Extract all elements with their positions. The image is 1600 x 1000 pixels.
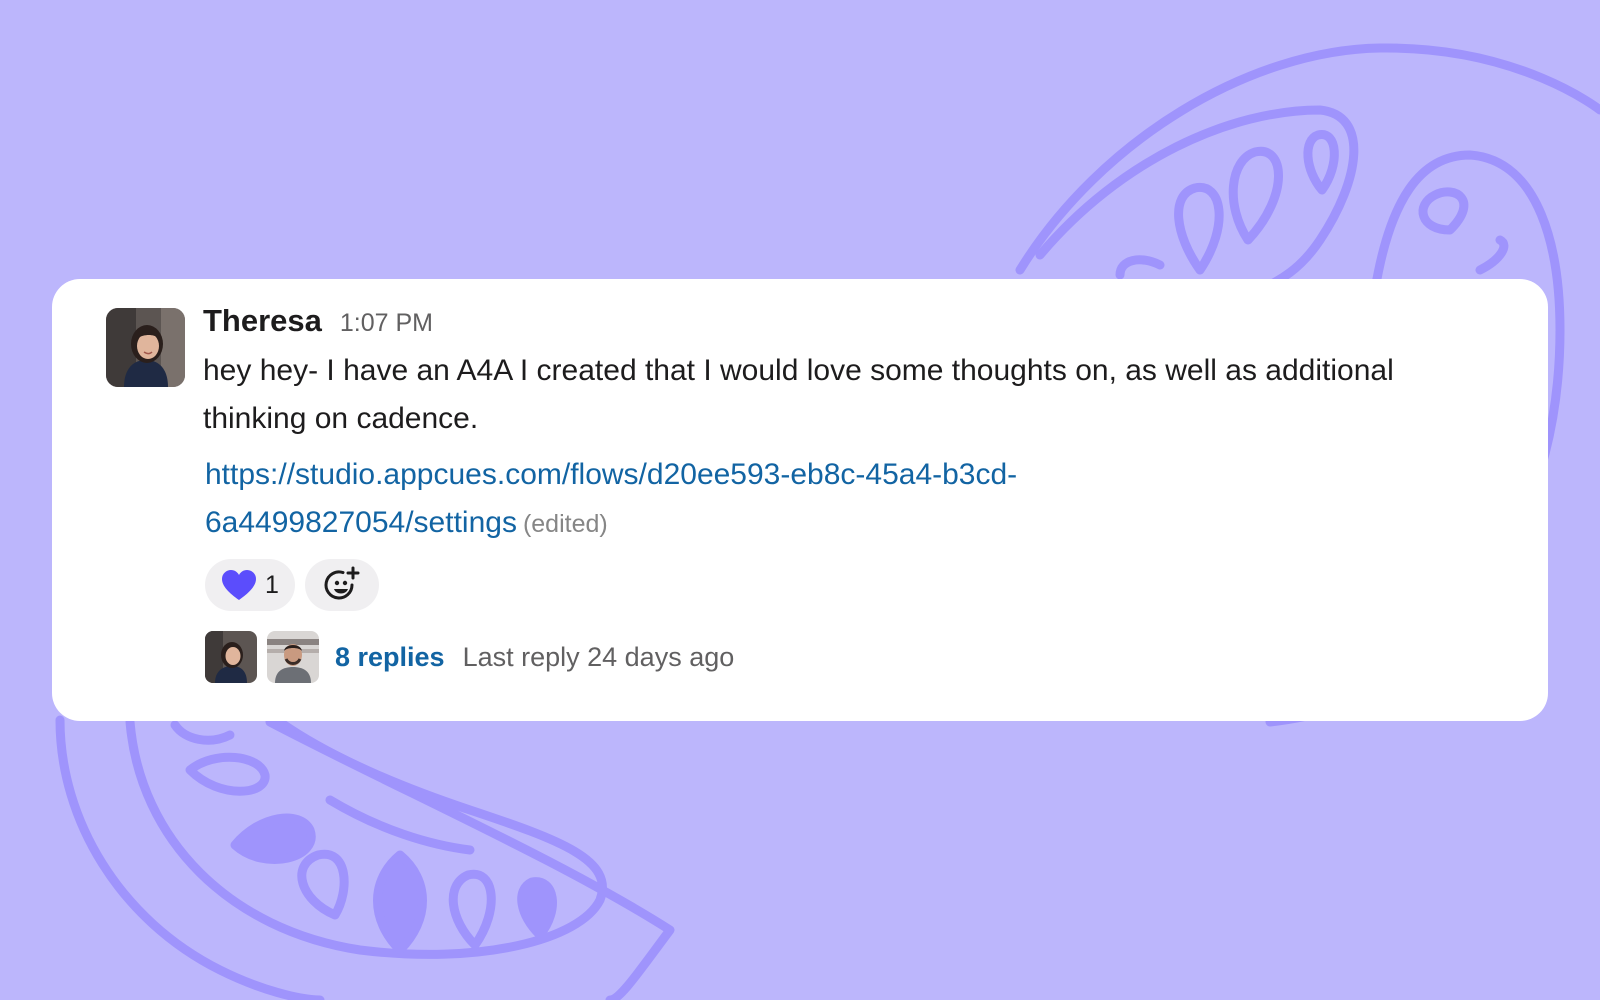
- participant-avatar-theresa: [205, 631, 257, 683]
- participant-photo-icon: [267, 631, 319, 683]
- user-avatar-photo-icon: [106, 308, 185, 387]
- message-header: Theresa 1:07 PM: [203, 303, 1503, 345]
- add-reaction-button[interactable]: [304, 559, 379, 611]
- participant-avatar-man: [267, 631, 319, 683]
- sender-avatar[interactable]: [106, 308, 185, 387]
- message-link-block: https://studio.appcues.com/flows/d20ee59…: [205, 451, 1155, 548]
- message-content: Theresa 1:07 PM hey hey- I have an A4A I…: [203, 303, 1503, 684]
- participant-photo-icon: [205, 631, 257, 683]
- thread-summary[interactable]: 8 replies Last reply 24 days ago: [205, 630, 1503, 684]
- last-reply-text: Last reply 24 days ago: [462, 641, 735, 672]
- message-timestamp[interactable]: 1:07 PM: [340, 309, 433, 338]
- replies-link[interactable]: 8 replies: [335, 642, 445, 673]
- message-text: hey hey- I have an A4A I created that I …: [203, 354, 1394, 435]
- add-emoji-icon: [324, 566, 360, 600]
- message-link[interactable]: https://studio.appcues.com/flows/d20ee59…: [205, 458, 1017, 539]
- reaction-heart[interactable]: 1: [205, 559, 295, 611]
- edited-label: (edited): [522, 510, 608, 538]
- message-card: Theresa 1:07 PM hey hey- I have an A4A I…: [52, 279, 1548, 721]
- reactions-bar: 1: [205, 558, 1503, 612]
- sender-name[interactable]: Theresa: [203, 303, 322, 339]
- purple-heart-icon: [222, 570, 256, 600]
- reaction-count: 1: [265, 570, 279, 599]
